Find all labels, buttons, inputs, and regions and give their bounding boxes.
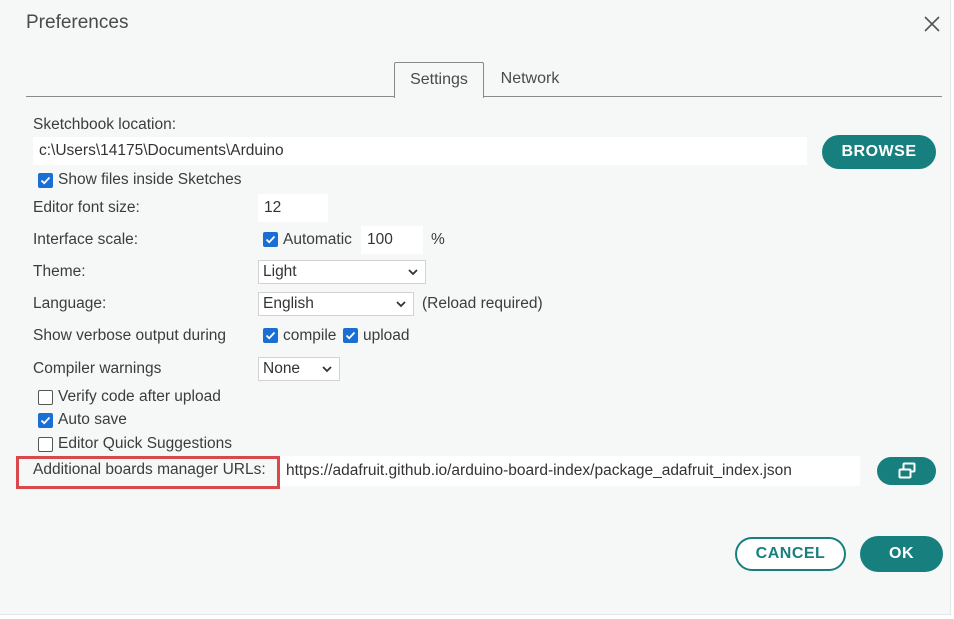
- checkmark-icon: [265, 235, 276, 244]
- language-note: (Reload required): [422, 295, 543, 312]
- browse-button[interactable]: BROWSE: [822, 135, 936, 169]
- compiler-warnings-select[interactable]: None: [258, 357, 340, 381]
- sketchbook-label: Sketchbook location:: [33, 116, 177, 133]
- ok-button[interactable]: OK: [860, 536, 943, 572]
- verbose-upload-label: upload: [363, 327, 410, 344]
- verbose-compile-checkbox[interactable]: [263, 328, 278, 343]
- scale-automatic-checkbox[interactable]: [263, 232, 278, 247]
- checkmark-icon: [265, 331, 276, 340]
- autosave-checkbox[interactable]: [38, 413, 53, 428]
- scale-automatic-label: Automatic: [283, 231, 352, 248]
- show-files-label: Show files inside Sketches: [58, 171, 242, 188]
- dialog-title: Preferences: [26, 12, 129, 33]
- language-select[interactable]: English: [258, 292, 414, 316]
- checkmark-icon: [40, 416, 51, 425]
- tab-settings[interactable]: Settings: [394, 62, 484, 98]
- quick-suggestions-label: Editor Quick Suggestions: [58, 435, 233, 452]
- chevron-down-icon: [322, 366, 332, 373]
- verbose-upload-checkbox[interactable]: [343, 328, 358, 343]
- close-button[interactable]: [920, 12, 944, 36]
- verbose-compile-label: compile: [283, 327, 337, 344]
- theme-selected-value: Light: [263, 263, 297, 280]
- preferences-dialog: Preferences Settings Network Sketchbook …: [0, 0, 951, 615]
- theme-label: Theme:: [33, 263, 86, 280]
- scale-unit: %: [431, 231, 445, 248]
- quick-suggestions-checkbox[interactable]: [38, 437, 53, 452]
- chevron-down-icon: [408, 269, 418, 276]
- boards-url-label: Additional boards manager URLs:: [33, 461, 266, 478]
- language-selected-value: English: [263, 295, 314, 312]
- tab-network[interactable]: Network: [490, 62, 570, 96]
- theme-select[interactable]: Light: [258, 260, 426, 284]
- open-window-icon: [898, 462, 915, 479]
- show-files-checkbox[interactable]: [38, 173, 53, 188]
- checkmark-icon: [345, 331, 356, 340]
- interface-scale-label: Interface scale:: [33, 231, 139, 248]
- open-url-editor-button[interactable]: [877, 457, 936, 485]
- verify-checkbox[interactable]: [38, 390, 53, 405]
- sketchbook-path-input[interactable]: c:\Users\14175\Documents\Arduino: [33, 137, 807, 165]
- cancel-button[interactable]: CANCEL: [735, 537, 846, 571]
- boards-url-input[interactable]: https://adafruit.github.io/arduino-board…: [280, 456, 860, 486]
- verify-label: Verify code after upload: [58, 388, 221, 405]
- chevron-down-icon: [396, 301, 406, 308]
- compiler-warnings-label: Compiler warnings: [33, 360, 162, 377]
- checkmark-icon: [40, 176, 51, 185]
- autosave-label: Auto save: [58, 411, 127, 428]
- verbose-label: Show verbose output during: [33, 327, 227, 344]
- language-label: Language:: [33, 295, 107, 312]
- scale-value-input[interactable]: 100: [361, 226, 423, 254]
- close-icon: [924, 16, 940, 32]
- compiler-warnings-selected-value: None: [263, 360, 301, 377]
- tabs-divider: [26, 96, 942, 97]
- font-size-input[interactable]: 12: [258, 194, 328, 222]
- font-size-label: Editor font size:: [33, 199, 140, 216]
